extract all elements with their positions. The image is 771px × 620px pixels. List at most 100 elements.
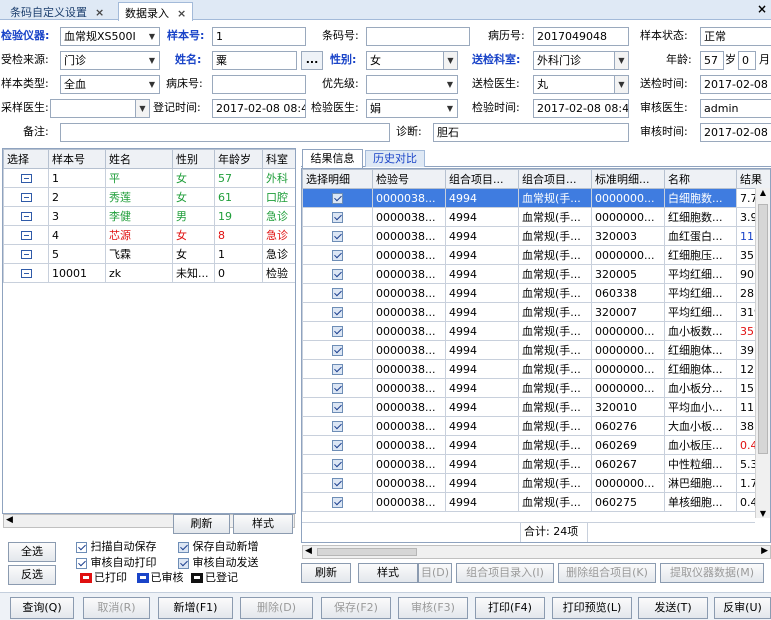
checkbox-unchecked[interactable] (76, 541, 87, 553)
result-std-cell[interactable]: 0000000... (591, 245, 665, 265)
sample-no-cell[interactable]: 3 (48, 206, 106, 226)
detail-select-cell[interactable] (302, 283, 373, 303)
sample-row[interactable]: 10001 zk 未知... 0 检验 (3, 263, 295, 283)
save-button[interactable]: 保存(F2) (321, 597, 391, 619)
result-id-cell[interactable]: 0000038... (372, 226, 446, 246)
result-name-cell[interactable]: 平均红细... (664, 302, 737, 322)
sample-age-cell[interactable]: 8 (214, 225, 263, 245)
partial-button[interactable]: 目(D) (418, 563, 452, 583)
sample-name-cell[interactable]: 李健 (105, 206, 173, 226)
checkbox-checked[interactable] (332, 364, 343, 375)
print-button[interactable]: 打印(F4) (475, 597, 545, 619)
result-row[interactable]: 0000038... 4994 血常规(手... 0000000... 血小板数... 3… (302, 321, 770, 341)
detail-select-cell[interactable] (302, 359, 373, 379)
checkbox-checked[interactable] (332, 288, 343, 299)
result-combo-name-cell[interactable]: 血常规(手... (518, 492, 592, 512)
combo-entry-button[interactable]: 组合项目录入(I) (456, 563, 554, 583)
checkbox-checked[interactable] (332, 497, 343, 508)
detail-select-cell[interactable] (302, 416, 373, 436)
checkbox-checked[interactable] (332, 459, 343, 470)
row-select-cell[interactable] (3, 263, 49, 283)
scroll-thumb[interactable] (758, 204, 768, 454)
row-select-icon[interactable] (20, 193, 32, 202)
checkbox-checked[interactable] (332, 421, 343, 432)
checkbox-checked[interactable] (332, 402, 343, 413)
checkbox-checked[interactable] (332, 212, 343, 223)
result-name-cell[interactable]: 血小板数... (664, 321, 737, 341)
result-name-cell[interactable]: 大血小板... (664, 416, 737, 436)
test-time-input[interactable]: 2017-02-08 08:4 (533, 99, 629, 118)
sample-no-input[interactable]: 1 (212, 27, 306, 46)
invert-selection-button[interactable]: 反选 (8, 565, 56, 585)
chevron-down-icon[interactable]: ▼ (614, 76, 628, 93)
row-select-cell[interactable] (3, 225, 49, 245)
result-row[interactable]: 0000038... 4994 血常规(手... 320010 平均血小... 11. (302, 397, 770, 417)
sample-row[interactable]: 2 秀莲女 61 口腔 (3, 187, 295, 207)
close-icon[interactable]: × (177, 7, 186, 20)
send-doctor-select[interactable]: 丸 ▼ (533, 75, 629, 94)
result-name-cell[interactable]: 血小板压... (664, 435, 737, 455)
bed-input[interactable] (212, 75, 306, 94)
col-age-header[interactable]: 年龄岁 (214, 149, 263, 169)
tab-data-entry[interactable]: 数据录入 × (118, 2, 194, 21)
result-row[interactable]: 0000038... 4994 血常规(手... 0000000... 红细胞体... 1… (302, 359, 770, 379)
row-select-cell[interactable] (3, 168, 49, 188)
checkbox-checked[interactable] (332, 440, 343, 451)
detail-select-cell[interactable] (302, 340, 373, 360)
sample-dept-cell[interactable]: 急诊 (262, 206, 295, 226)
row-select-icon[interactable] (20, 269, 32, 278)
result-std-cell[interactable]: 320010 (591, 397, 665, 417)
scroll-left-icon[interactable]: ◀ (6, 515, 13, 525)
delete-button[interactable]: 删除(D) (240, 597, 313, 619)
result-combo-cell[interactable]: 4994 (445, 435, 519, 455)
sample-sex-cell[interactable]: 女 (172, 244, 215, 264)
result-id-cell[interactable]: 0000038... (372, 245, 446, 265)
result-id-cell[interactable]: 0000038... (372, 492, 446, 512)
detail-select-cell[interactable] (302, 454, 373, 474)
sample-age-cell[interactable]: 0 (214, 263, 263, 283)
detail-select-cell[interactable] (302, 207, 373, 227)
sample-dept-cell[interactable]: 外科 (262, 168, 295, 188)
col-combo-name-header[interactable]: 组合项目... (518, 169, 592, 189)
result-row[interactable]: 0000038... 4994 血常规(手... 0000000... 红细胞数... 3… (302, 207, 770, 227)
result-combo-cell[interactable]: 4994 (445, 416, 519, 436)
tab-history-compare[interactable]: 历史对比 (365, 150, 425, 167)
sample-sex-cell[interactable]: 男 (172, 206, 215, 226)
result-id-cell[interactable]: 0000038... (372, 359, 446, 379)
result-combo-name-cell[interactable]: 血常规(手... (518, 473, 592, 493)
result-std-cell[interactable]: 0000000... (591, 473, 665, 493)
send-time-input[interactable]: 2017-02-08 (700, 75, 771, 94)
hscroll-thumb[interactable] (317, 548, 417, 556)
close-icon[interactable]: × (757, 2, 767, 16)
result-row[interactable]: 0000038... 4994 血常规(手... 060267 中性粒细... 5.3 (302, 454, 770, 474)
chevron-down-icon[interactable]: ▼ (145, 28, 159, 45)
col-select-header[interactable]: 选择 (3, 149, 49, 169)
scroll-left-icon[interactable]: ◀ (305, 546, 312, 556)
checkbox-checked[interactable] (178, 557, 189, 569)
sample-sex-cell[interactable]: 女 (172, 225, 215, 245)
result-name-cell[interactable]: 平均红细... (664, 283, 737, 303)
col-sample-no-header[interactable]: 样本号 (48, 149, 106, 169)
result-std-cell[interactable]: 060267 (591, 454, 665, 474)
sample-status-select[interactable]: 正常 (700, 27, 771, 46)
result-id-cell[interactable]: 0000038... (372, 416, 446, 436)
checkbox-checked[interactable] (332, 231, 343, 242)
result-combo-name-cell[interactable]: 血常规(手... (518, 321, 592, 341)
result-combo-cell[interactable]: 4994 (445, 188, 519, 208)
detail-select-cell[interactable] (302, 264, 373, 284)
result-combo-cell[interactable]: 4994 (445, 264, 519, 284)
result-std-cell[interactable]: 320003 (591, 226, 665, 246)
result-id-cell[interactable]: 0000038... (372, 378, 446, 398)
tab-barcode-settings[interactable]: 条码自定义设置 × (4, 2, 110, 20)
result-id-cell[interactable]: 0000038... (372, 321, 446, 341)
result-row[interactable]: 0000038... 4994 血常规(手... 060275 单核细胞... 0.4 (302, 492, 770, 512)
register-time-input[interactable]: 2017-02-08 08:4 (212, 99, 306, 118)
result-combo-cell[interactable]: 4994 (445, 283, 519, 303)
select-all-button[interactable]: 全选 (8, 542, 56, 562)
result-row[interactable]: 0000038... 4994 血常规(手... 060276 大血小板... 38. (302, 416, 770, 436)
record-no-input[interactable]: 2017049048 (533, 27, 629, 46)
result-combo-cell[interactable]: 4994 (445, 226, 519, 246)
sample-no-cell[interactable]: 5 (48, 244, 106, 264)
result-combo-cell[interactable]: 4994 (445, 245, 519, 265)
instrument-select[interactable]: 血常规XS500I ▼ (60, 27, 160, 46)
